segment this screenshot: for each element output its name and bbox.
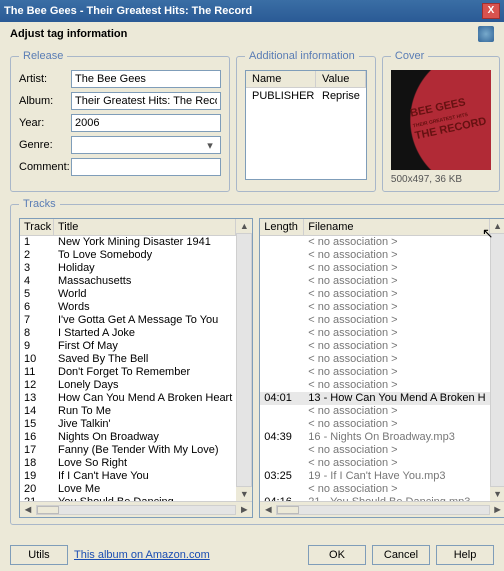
cover-caption: 500x497, 36 KB (391, 174, 491, 185)
subheader-text: Adjust tag information (10, 28, 127, 40)
table-row[interactable]: 8I Started A Joke (20, 327, 236, 340)
table-row[interactable]: 15Jive Talkin' (20, 418, 236, 431)
right-hscroll[interactable]: ◄► (260, 501, 504, 517)
tracks-left-grid[interactable]: Track Title 1New York Mining Disaster 19… (19, 218, 253, 518)
col-title[interactable]: Title (54, 219, 236, 235)
cover-group: Cover BEE GEESTHEIR GREATEST HITSTHE REC… (382, 50, 500, 192)
additional-table[interactable]: Name Value PUBLISHER Reprise (245, 70, 367, 180)
table-row[interactable]: 14Run To Me (20, 405, 236, 418)
comment-input[interactable] (71, 158, 221, 176)
album-input[interactable] (71, 92, 221, 110)
table-row[interactable]: 4Massachusetts (20, 275, 236, 288)
table-row[interactable]: 2To Love Somebody (20, 249, 236, 262)
table-row[interactable]: < no association > (260, 340, 489, 353)
cover-legend: Cover (391, 50, 428, 62)
title-bar: The Bee Gees - Their Greatest Hits: The … (0, 0, 504, 22)
col-filename[interactable]: Filename (304, 219, 489, 235)
tracks-legend: Tracks (19, 198, 60, 210)
table-row[interactable]: < no association > (260, 444, 489, 457)
table-row[interactable]: 6Words (20, 301, 236, 314)
table-row[interactable]: < no association > (260, 418, 489, 431)
close-button[interactable]: X (482, 3, 500, 19)
table-row[interactable]: < no association > (260, 249, 489, 262)
cd-icon[interactable] (478, 26, 494, 42)
tracks-group: Tracks Track Title 1New York Mining Disa… (10, 198, 504, 525)
table-row[interactable]: < no association > (260, 236, 489, 249)
table-row[interactable]: 12Lonely Days (20, 379, 236, 392)
additional-legend: Additional information (245, 50, 359, 62)
table-row[interactable]: 04:0113 - How Can You Mend A Broken H (260, 392, 489, 405)
table-row[interactable]: 18Love So Right (20, 457, 236, 470)
table-row[interactable]: 16Nights On Broadway (20, 431, 236, 444)
table-row[interactable]: < no association > (260, 457, 489, 470)
ok-button[interactable]: OK (308, 545, 366, 565)
table-row[interactable]: 17Fanny (Be Tender With My Love) (20, 444, 236, 457)
release-legend: Release (19, 50, 67, 62)
col-length[interactable]: Length (260, 219, 304, 235)
release-group: Release Artist: Album: Year: Genre: ▾ Com… (10, 50, 230, 192)
artist-input[interactable] (71, 70, 221, 88)
table-row[interactable]: < no association > (260, 301, 489, 314)
left-hscroll[interactable]: ◄► (20, 501, 252, 517)
table-row[interactable]: 7I've Gotta Get A Message To You (20, 314, 236, 327)
cancel-button[interactable]: Cancel (372, 545, 430, 565)
left-vscroll[interactable]: ▲▼ (236, 219, 252, 501)
amazon-link[interactable]: This album on Amazon.com (74, 549, 210, 561)
table-row[interactable]: 04:3916 - Nights On Broadway.mp3 (260, 431, 489, 444)
window-title: The Bee Gees - Their Greatest Hits: The … (4, 5, 482, 17)
table-row[interactable]: 20Love Me (20, 483, 236, 496)
artist-label: Artist: (19, 73, 71, 85)
col-value[interactable]: Value (316, 71, 366, 87)
table-row[interactable]: 13How Can You Mend A Broken Heart (20, 392, 236, 405)
genre-combo[interactable]: ▾ (71, 136, 221, 154)
subheader: Adjust tag information (0, 22, 504, 46)
help-button[interactable]: Help (436, 545, 494, 565)
table-row[interactable]: < no association > (260, 262, 489, 275)
table-row[interactable]: < no association > (260, 275, 489, 288)
cover-image[interactable]: BEE GEESTHEIR GREATEST HITSTHE RECORD (391, 70, 491, 170)
table-row[interactable]: 19If I Can't Have You (20, 470, 236, 483)
table-row[interactable]: < no association > (260, 483, 489, 496)
year-input[interactable] (71, 114, 221, 132)
table-row[interactable]: < no association > (260, 314, 489, 327)
additional-row[interactable]: PUBLISHER Reprise (246, 88, 366, 104)
utils-button[interactable]: Utils (10, 545, 68, 565)
chevron-down-icon: ▾ (203, 139, 217, 152)
additional-group: Additional information Name Value PUBLIS… (236, 50, 376, 192)
table-row[interactable]: 9First Of May (20, 340, 236, 353)
table-row[interactable]: < no association > (260, 379, 489, 392)
tracks-right-grid[interactable]: Length Filename < no association >< no a… (259, 218, 504, 518)
right-vscroll[interactable]: ▲▼ (490, 219, 504, 501)
table-row[interactable]: 10Saved By The Bell (20, 353, 236, 366)
table-row[interactable]: 1New York Mining Disaster 1941 (20, 236, 236, 249)
table-row[interactable]: < no association > (260, 366, 489, 379)
album-label: Album: (19, 95, 71, 107)
table-row[interactable]: < no association > (260, 288, 489, 301)
comment-label: Comment: (19, 161, 71, 173)
col-track[interactable]: Track (20, 219, 54, 235)
table-row[interactable]: < no association > (260, 353, 489, 366)
col-name[interactable]: Name (246, 71, 316, 87)
table-row[interactable]: < no association > (260, 327, 489, 340)
table-row[interactable]: 11Don't Forget To Remember (20, 366, 236, 379)
year-label: Year: (19, 117, 71, 129)
table-row[interactable]: 03:2519 - If I Can't Have You.mp3 (260, 470, 489, 483)
genre-label: Genre: (19, 139, 71, 151)
table-row[interactable]: < no association > (260, 405, 489, 418)
table-row[interactable]: 5World (20, 288, 236, 301)
table-row[interactable]: 3Holiday (20, 262, 236, 275)
